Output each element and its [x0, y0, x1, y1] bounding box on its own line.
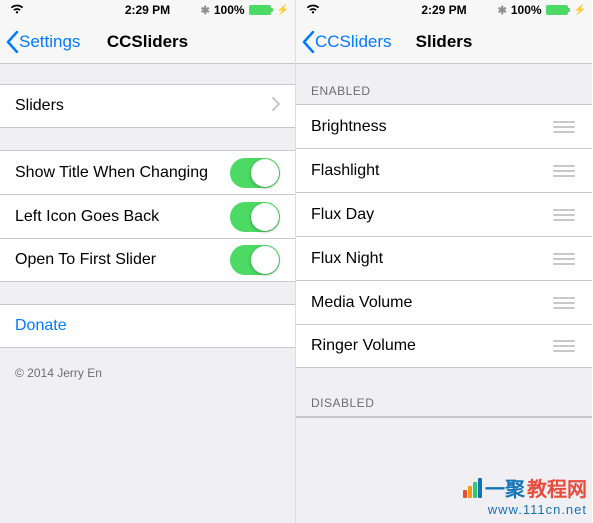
panel-ccsliders: 2:29 PM ✱ 100% ⚡ Settings CCSliders Slid…	[0, 0, 296, 523]
bluetooth-icon: ✱	[498, 4, 507, 17]
toggle-switch[interactable]	[230, 245, 280, 275]
status-bar: 2:29 PM ✱ 100% ⚡	[0, 0, 295, 20]
row-label: Sliders	[15, 97, 272, 115]
battery-pct: 100%	[511, 3, 542, 17]
list-item[interactable]: Brightness	[296, 104, 592, 148]
list-item-label: Brightness	[311, 118, 553, 136]
toggle-switch[interactable]	[230, 158, 280, 188]
chevron-left-icon	[302, 31, 315, 53]
back-label: Settings	[19, 32, 80, 52]
reorder-handle-icon[interactable]	[553, 165, 577, 177]
list-item-label: Ringer Volume	[311, 337, 553, 355]
donate-button[interactable]: Donate	[0, 304, 295, 348]
status-time: 2:29 PM	[421, 3, 466, 17]
bluetooth-icon: ✱	[201, 4, 210, 17]
toggle-label: Left Icon Goes Back	[15, 208, 230, 226]
reorder-handle-icon[interactable]	[553, 297, 577, 309]
list-item[interactable]: Flux Night	[296, 236, 592, 280]
status-bar: 2:29 PM ✱ 100% ⚡	[296, 0, 592, 20]
toggle-row: Show Title When Changing	[0, 150, 295, 194]
battery-icon	[546, 5, 568, 15]
section-header-enabled: ENABLED	[296, 78, 592, 104]
donate-label: Donate	[15, 317, 280, 335]
chevron-left-icon	[6, 31, 19, 53]
enabled-list: Brightness Flashlight Flux Day Flux Night Me…	[296, 104, 592, 368]
wifi-icon	[10, 3, 24, 17]
reorder-handle-icon[interactable]	[553, 121, 577, 133]
charging-icon: ⚡	[277, 5, 289, 16]
copyright: © 2014 Jerry En	[0, 348, 295, 398]
page-title: Sliders	[416, 32, 473, 52]
back-label: CCSliders	[315, 32, 392, 52]
panel-sliders: 2:29 PM ✱ 100% ⚡ CCSliders Sliders ENABL…	[296, 0, 592, 523]
row-sliders[interactable]: Sliders	[0, 84, 295, 128]
battery-pct: 100%	[214, 3, 245, 17]
toggle-label: Open To First Slider	[15, 251, 230, 269]
back-button[interactable]: Settings	[0, 31, 80, 53]
reorder-handle-icon[interactable]	[553, 253, 577, 265]
chevron-right-icon	[272, 97, 280, 116]
toggle-label: Show Title When Changing	[15, 164, 230, 182]
list-item-label: Media Volume	[311, 294, 553, 312]
list-item[interactable]: Flux Day	[296, 192, 592, 236]
reorder-handle-icon[interactable]	[553, 340, 577, 352]
battery-icon	[249, 5, 271, 15]
toggle-row: Open To First Slider	[0, 238, 295, 282]
list-item[interactable]: Flashlight	[296, 148, 592, 192]
back-button[interactable]: CCSliders	[296, 31, 392, 53]
nav-bar: Settings CCSliders	[0, 20, 295, 64]
list-item-label: Flashlight	[311, 162, 553, 180]
list-item-label: Flux Night	[311, 250, 553, 268]
wifi-icon	[306, 3, 320, 17]
toggle-row: Left Icon Goes Back	[0, 194, 295, 238]
list-item[interactable]: Media Volume	[296, 280, 592, 324]
toggle-group: Show Title When Changing Left Icon Goes B…	[0, 150, 295, 282]
disabled-list	[296, 416, 592, 418]
charging-icon: ⚡	[574, 5, 586, 16]
toggle-switch[interactable]	[230, 202, 280, 232]
list-item[interactable]: Ringer Volume	[296, 324, 592, 368]
page-title: CCSliders	[107, 32, 188, 52]
section-header-disabled: DISABLED	[296, 390, 592, 416]
list-item-label: Flux Day	[311, 206, 553, 224]
nav-bar: CCSliders Sliders	[296, 20, 592, 64]
reorder-handle-icon[interactable]	[553, 209, 577, 221]
status-time: 2:29 PM	[125, 3, 170, 17]
